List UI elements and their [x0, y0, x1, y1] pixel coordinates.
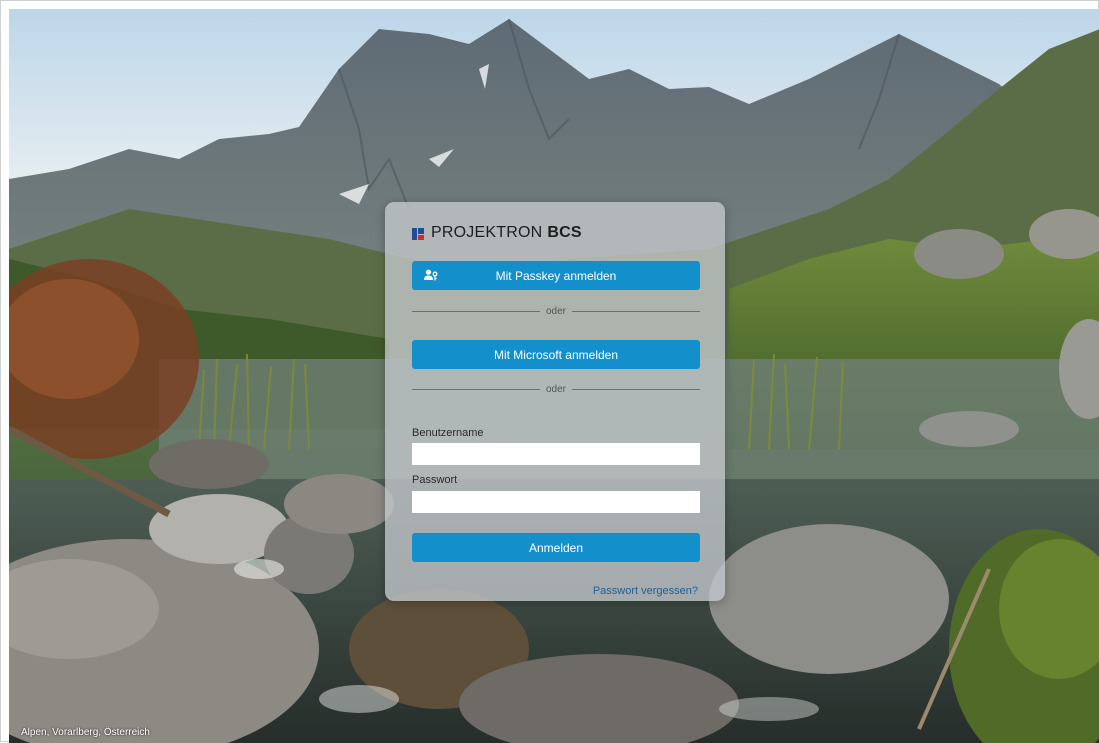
separator-or-2: oder: [412, 382, 701, 396]
brand-header: PROJEKTRON BCS: [412, 223, 582, 243]
separator-line: [572, 388, 701, 390]
image-caption: Alpen, Vorarlberg, Österreich: [21, 727, 150, 738]
microsoft-button-label: Mit Microsoft anmelden: [493, 347, 619, 362]
projektron-logo-icon: [412, 227, 424, 240]
brand-suffix: BCS: [547, 224, 582, 241]
separator-text: oder: [546, 383, 567, 395]
username-input[interactable]: [412, 443, 700, 465]
password-label: Passwort: [412, 474, 458, 486]
separator-text: oder: [546, 305, 567, 317]
window-frame: Alpen, Vorarlberg, Österreich PROJEKTRON…: [0, 0, 1099, 743]
passkey-login-button[interactable]: Mit Passkey anmelden: [412, 261, 700, 290]
separator-line: [412, 310, 540, 312]
submit-login-button[interactable]: Anmelden: [412, 533, 700, 562]
login-card: PROJEKTRON BCS Mit Passkey anmelden oder…: [385, 202, 725, 601]
submit-button-label: Anmelden: [528, 540, 584, 555]
separator-or-1: oder: [412, 304, 701, 318]
passkey-button-label: Mit Passkey anmelden: [495, 268, 617, 283]
brand-name: PROJEKTRON: [431, 224, 543, 241]
password-input[interactable]: [412, 491, 700, 513]
separator-line: [572, 310, 701, 312]
microsoft-login-button[interactable]: Mit Microsoft anmelden: [412, 340, 700, 369]
passkey-icon: [424, 269, 438, 282]
username-label: Benutzername: [412, 427, 484, 439]
separator-line: [412, 388, 540, 390]
forgot-password-link[interactable]: Passwort vergessen?: [593, 585, 698, 597]
